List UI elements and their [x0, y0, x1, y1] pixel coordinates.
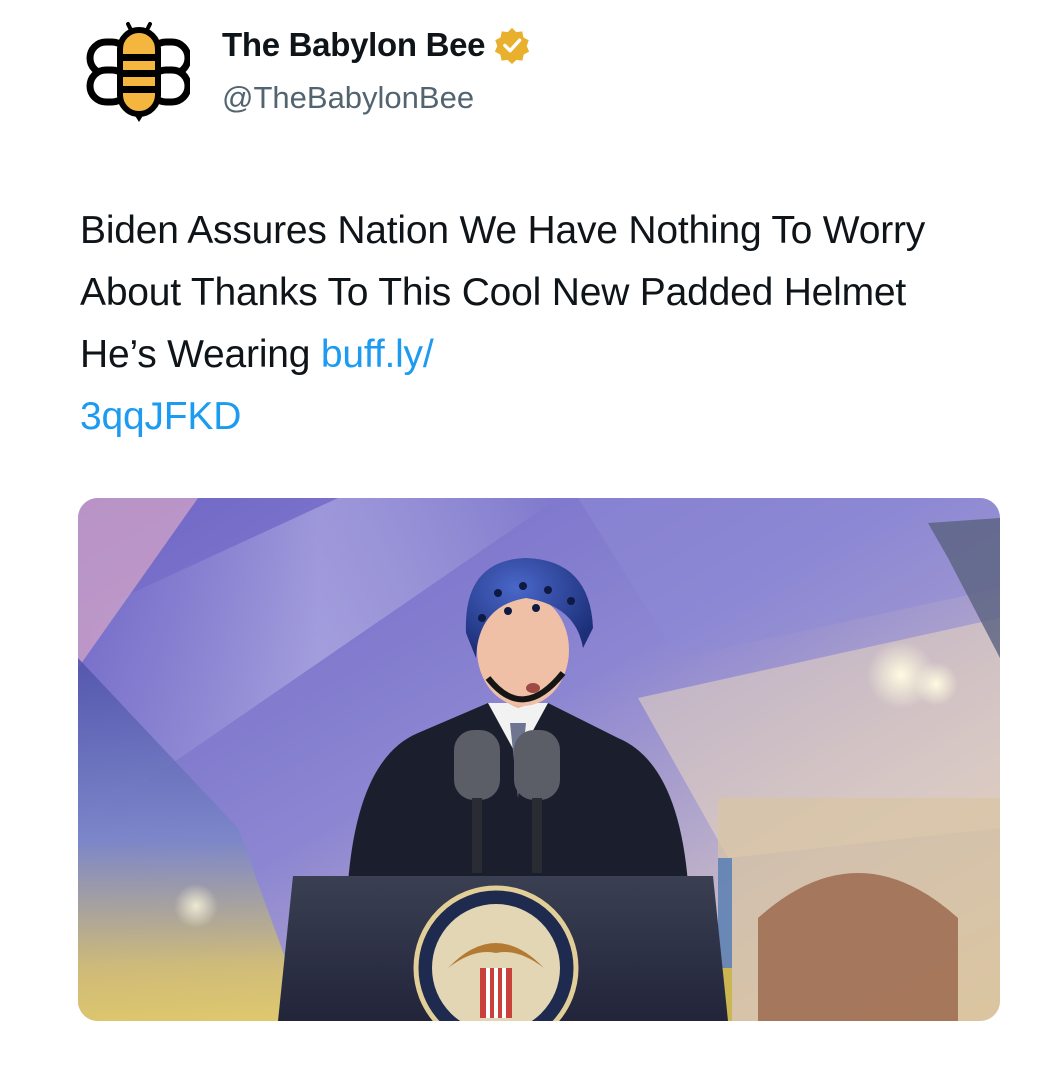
tweet-link-part2: 3qqJFKD [80, 395, 242, 438]
podium-photo-image [78, 498, 1000, 1021]
tweet-text: Biden Assures Nation We Have Nothing To … [80, 200, 980, 448]
verified-badge-icon [495, 27, 530, 64]
tweet-link-part1: buff.ly/ [320, 333, 434, 376]
account-name-row: The Babylon Bee [222, 26, 531, 64]
avatar[interactable] [84, 18, 192, 124]
display-name[interactable]: The Babylon Bee [222, 26, 486, 64]
account-handle[interactable]: @TheBabylonBee [222, 80, 474, 116]
tweet-body: Biden Assures Nation We Have Nothing To … [80, 209, 926, 376]
bee-logo-icon [86, 22, 192, 122]
tweet-media[interactable] [78, 498, 1000, 1021]
